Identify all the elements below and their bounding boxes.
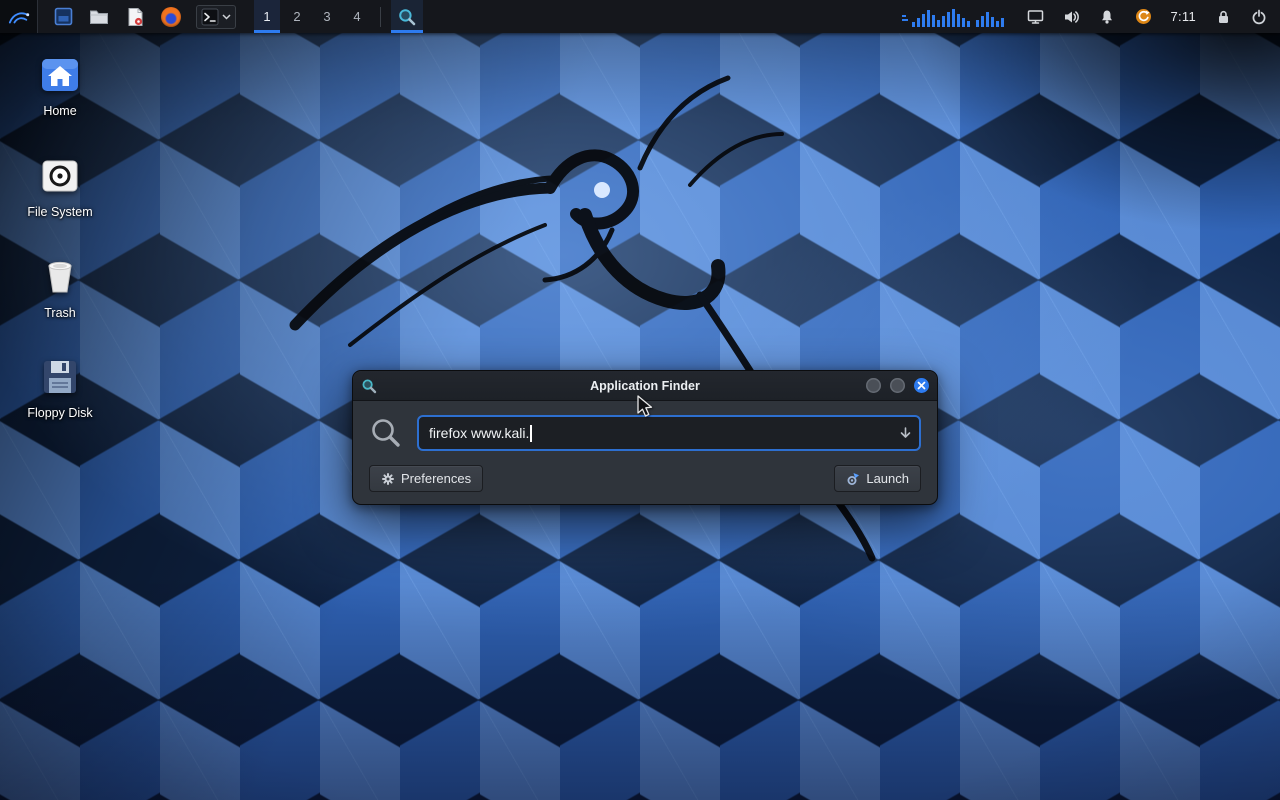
document-icon [127, 7, 144, 27]
application-finder-window: Application Finder firefox [352, 370, 938, 505]
panel-clock[interactable]: 7:11 [1162, 9, 1204, 24]
screen-lock-tray[interactable] [1206, 0, 1240, 33]
app-finder-task-icon [397, 7, 417, 27]
app-finder-window-icon [361, 378, 377, 394]
lock-icon [1216, 9, 1231, 25]
text-caret [530, 425, 532, 442]
floppy-disk-icon [37, 354, 83, 400]
gear-icon [381, 472, 395, 486]
workspace-button-1[interactable]: 1 [254, 0, 280, 33]
notifications-tray[interactable] [1090, 0, 1124, 33]
launcher-file-manager[interactable] [88, 5, 110, 29]
window-controls [866, 378, 929, 393]
launcher-terminal-group[interactable] [196, 5, 236, 29]
dragon-eye [594, 182, 610, 198]
preferences-button[interactable]: Preferences [369, 465, 483, 492]
desktop-icon-floppy-disk[interactable]: Floppy Disk [12, 354, 108, 421]
kali-logo-icon [6, 6, 32, 28]
home-folder-icon [37, 52, 83, 98]
power-icon [1251, 9, 1267, 25]
workspace-button-4[interactable]: 4 [344, 0, 370, 33]
window-icon [54, 7, 73, 26]
maximize-button[interactable] [890, 378, 905, 393]
command-entry-wrap: firefox www.kali. [417, 415, 921, 451]
workspace-button-2[interactable]: 2 [284, 0, 310, 33]
firefox-icon [161, 7, 181, 27]
bell-icon [1099, 9, 1115, 25]
quick-launchers [52, 5, 236, 29]
minimize-button[interactable] [866, 378, 881, 393]
workspace-switcher: 1 2 3 4 [254, 0, 370, 33]
desktop-icon-column: Home File System Trash [12, 52, 108, 455]
power-tray[interactable] [1242, 0, 1276, 33]
desktop-icon-home[interactable]: Home [12, 52, 108, 119]
volume-icon [1063, 9, 1080, 25]
audio-visualizer-icon[interactable] [902, 6, 1008, 28]
launcher-firefox[interactable] [160, 5, 182, 29]
applications-menu-button[interactable] [0, 0, 38, 33]
desktop-icon-file-system[interactable]: File System [12, 153, 108, 220]
search-icon [369, 416, 403, 450]
volume-tray[interactable] [1054, 0, 1088, 33]
display-icon [1027, 9, 1044, 25]
preferences-label: Preferences [401, 471, 471, 486]
launch-icon [846, 472, 860, 486]
trash-icon [37, 254, 83, 300]
desktop-icon-trash[interactable]: Trash [12, 254, 108, 321]
close-icon [917, 381, 926, 390]
updates-icon [1135, 8, 1152, 25]
file-system-drive-icon [37, 153, 83, 199]
desktop-icon-label: File System [27, 206, 92, 220]
dialog-body: firefox www.kali. [353, 401, 937, 504]
desktop-icon-label: Home [43, 105, 76, 119]
command-input[interactable]: firefox www.kali. [417, 415, 921, 451]
updates-tray[interactable] [1126, 0, 1160, 33]
titlebar[interactable]: Application Finder [353, 371, 937, 401]
workspace-button-3[interactable]: 3 [314, 0, 340, 33]
system-tray: 7:11 [1018, 0, 1276, 33]
display-settings-tray[interactable] [1018, 0, 1052, 33]
folder-icon [89, 8, 109, 25]
chevron-down-icon [222, 14, 231, 20]
taskbar-application-finder[interactable] [391, 0, 423, 33]
terminal-icon [201, 8, 219, 26]
command-input-value: firefox www.kali. [429, 425, 529, 441]
launcher-text-editor[interactable] [124, 5, 146, 29]
launch-label: Launch [866, 471, 909, 486]
desktop-icon-label: Trash [44, 307, 76, 321]
desktop-icon-label: Floppy Disk [27, 407, 92, 421]
close-button[interactable] [914, 378, 929, 393]
launcher-window[interactable] [52, 5, 74, 29]
window-title: Application Finder [353, 379, 937, 393]
panel-separator [380, 7, 381, 27]
top-panel: 1 2 3 4 [0, 0, 1280, 33]
history-dropdown-icon[interactable] [899, 427, 912, 440]
kali-desktop: Home File System Trash [0, 0, 1280, 800]
launch-button[interactable]: Launch [834, 465, 921, 492]
